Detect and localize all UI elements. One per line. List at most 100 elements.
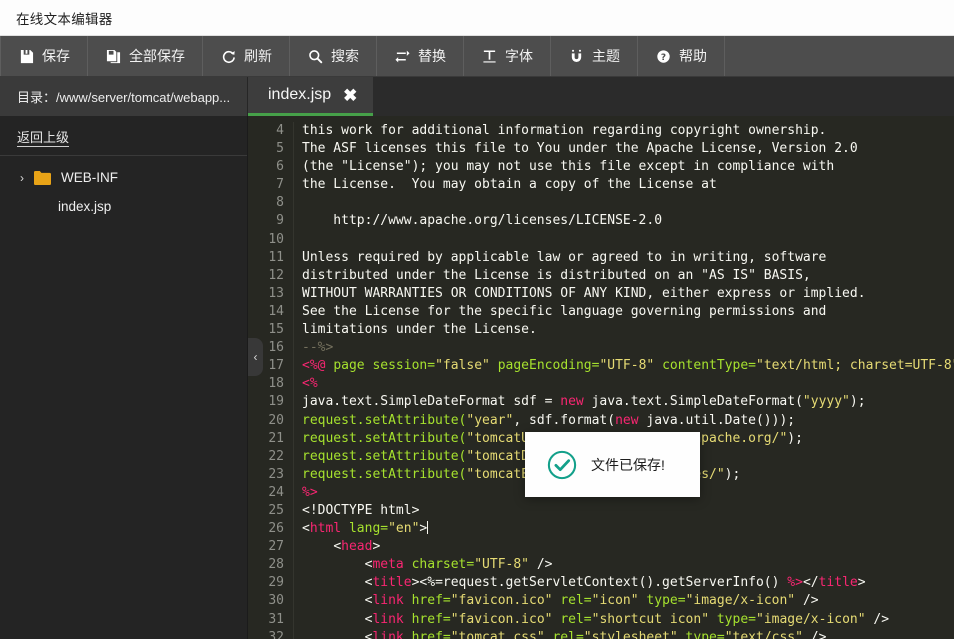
text-cursor — [427, 521, 429, 535]
replace-button-label: 替换 — [418, 48, 446, 64]
code-line[interactable]: <meta charset="UTF-8" /> — [302, 556, 954, 574]
code-line[interactable]: <title><%=request.getServletContext().ge… — [302, 574, 954, 592]
code-line[interactable]: the License. You may obtain a copy of th… — [302, 176, 954, 194]
code-token: "year" — [466, 412, 514, 428]
save-button-label: 保存 — [42, 48, 70, 64]
file-tree: › WEB-INF index.jsp — [0, 156, 247, 221]
code-content[interactable]: this work for additional information reg… — [293, 122, 954, 639]
code-token: link — [372, 593, 404, 609]
code-token: "shortcut icon" — [591, 611, 710, 627]
code-line[interactable]: request.setAttribute("year", sdf.format(… — [302, 412, 954, 430]
path-and-tab-bar: 目录：/www/server/tomcat/webapp... index.js… — [0, 77, 954, 116]
main-content: 返回上级 › WEB-INF index.jsp ‹ 4 5 6 7 8 9 10 11 12 1… — [0, 116, 954, 639]
save-all-button[interactable]: 全部保存 — [88, 36, 203, 76]
code-token: charset= — [411, 557, 475, 573]
directory-path[interactable]: 目录：/www/server/tomcat/webapp... — [0, 77, 248, 116]
code-token: ); — [849, 394, 866, 410]
toast-message: 文件已保存! — [591, 456, 665, 473]
code-token: "false" — [435, 358, 490, 374]
code-line[interactable]: java.text.SimpleDateFormat sdf = new jav… — [302, 393, 954, 411]
window-title-bar: 在线文本编辑器 — [0, 0, 954, 36]
code-line[interactable]: distributed under the License is distrib… — [302, 267, 954, 285]
code-line[interactable]: (the "License"); you may not use this fi… — [302, 158, 954, 176]
theme-button[interactable]: 主题 — [551, 36, 638, 76]
code-line[interactable]: limitations under the License. — [302, 321, 954, 339]
code-token: head — [341, 539, 373, 555]
save-button[interactable]: 保存 — [0, 36, 88, 76]
go-up-label: 返回上级 — [17, 130, 70, 147]
code-line[interactable]: <html lang="en"> — [302, 520, 954, 538]
code-token: Unless required by applicable law or agr… — [302, 249, 827, 265]
help-button[interactable]: ? 帮助 — [638, 36, 725, 76]
code-token: , sdf.format( — [513, 412, 616, 428]
line-number: 12 — [268, 267, 284, 283]
line-number: 32 — [268, 629, 284, 639]
code-token: /> — [865, 611, 890, 627]
code-token: link — [372, 611, 404, 627]
code-line[interactable] — [302, 194, 954, 212]
svg-text:?: ? — [661, 52, 666, 62]
code-line[interactable] — [302, 231, 954, 249]
code-token: "text/html; charset=UTF-8" — [756, 358, 954, 374]
tree-item-label: WEB-INF — [61, 170, 118, 185]
theme-button-label: 主题 — [592, 48, 620, 64]
line-number: 22 — [268, 448, 284, 464]
line-number-gutter: 4 5 6 7 8 9 10 11 12 13 14 15 16 17 18 19 20 21 22 23 24 25 26… — [248, 122, 293, 639]
line-number: 21 — [268, 430, 284, 446]
code-line[interactable]: <% — [302, 375, 954, 393]
code-token: rel= — [560, 593, 592, 609]
code-token: See the License for the specific languag… — [302, 303, 827, 319]
replace-button[interactable]: 替换 — [377, 36, 464, 76]
line-number: 27 — [268, 539, 284, 555]
sidebar-collapse-handle[interactable]: ‹ — [248, 338, 263, 376]
code-line[interactable]: this work for additional information reg… — [302, 122, 954, 140]
close-icon[interactable]: ✖ — [343, 87, 357, 104]
code-token: "tomcat.css" — [450, 629, 545, 639]
code-token: "UTF-8" — [474, 557, 530, 573]
refresh-button[interactable]: 刷新 — [203, 36, 290, 76]
code-line[interactable]: <!DOCTYPE html> — [302, 502, 954, 520]
code-line[interactable]: <link href="favicon.ico" rel="icon" type… — [302, 592, 954, 610]
tree-item-index-jsp[interactable]: index.jsp — [0, 192, 247, 221]
font-button[interactable]: 字体 — [464, 36, 551, 76]
code-token: /> — [795, 593, 819, 609]
code-line[interactable]: See the License for the specific languag… — [302, 303, 954, 321]
tree-item-web-inf[interactable]: › WEB-INF — [0, 163, 247, 192]
code-line[interactable]: WITHOUT WARRANTIES OR CONDITIONS OF ANY … — [302, 285, 954, 303]
code-token: href= — [411, 593, 451, 609]
tab-index-jsp[interactable]: index.jsp ✖ — [248, 77, 374, 116]
code-token: type= — [646, 593, 686, 609]
code-token: new — [615, 412, 639, 428]
line-number: 19 — [268, 394, 284, 410]
line-number: 9 — [276, 213, 284, 229]
code-line[interactable]: http://www.apache.org/licenses/LICENSE-2… — [302, 212, 954, 230]
code-line[interactable]: <link href="tomcat.css" rel="stylesheet"… — [302, 629, 954, 639]
code-token: <%@ — [302, 358, 334, 374]
code-editor[interactable]: 4 5 6 7 8 9 10 11 12 13 14 15 16 17 18 19 20 21 22 23 24 25 26… — [248, 116, 954, 639]
tab-strip: index.jsp ✖ — [248, 77, 954, 116]
code-token: href= — [411, 629, 451, 639]
code-line[interactable]: Unless required by applicable law or agr… — [302, 249, 954, 267]
go-up-link[interactable]: 返回上级 — [0, 116, 247, 156]
code-line[interactable]: --%> — [302, 339, 954, 357]
code-line[interactable]: <%@ page session="false" pageEncoding="U… — [302, 357, 954, 375]
code-line[interactable]: <head> — [302, 538, 954, 556]
code-token: pageEncoding= — [497, 358, 600, 374]
code-line[interactable]: <link href="favicon.ico" rel="shortcut i… — [302, 611, 954, 629]
code-line[interactable]: The ASF licenses this file to You under … — [302, 140, 954, 158]
code-token: java.text.SimpleDateFormat( — [583, 394, 803, 410]
line-number: 13 — [268, 285, 284, 301]
code-token: limitations under the License. — [302, 322, 537, 338]
code-token: lang= — [348, 521, 389, 537]
code-token: "UTF-8" — [599, 358, 655, 374]
line-number: 4 — [276, 123, 284, 138]
line-number: 23 — [268, 466, 284, 482]
chevron-right-icon[interactable]: › — [14, 170, 30, 186]
search-button[interactable]: 搜索 — [290, 36, 377, 76]
